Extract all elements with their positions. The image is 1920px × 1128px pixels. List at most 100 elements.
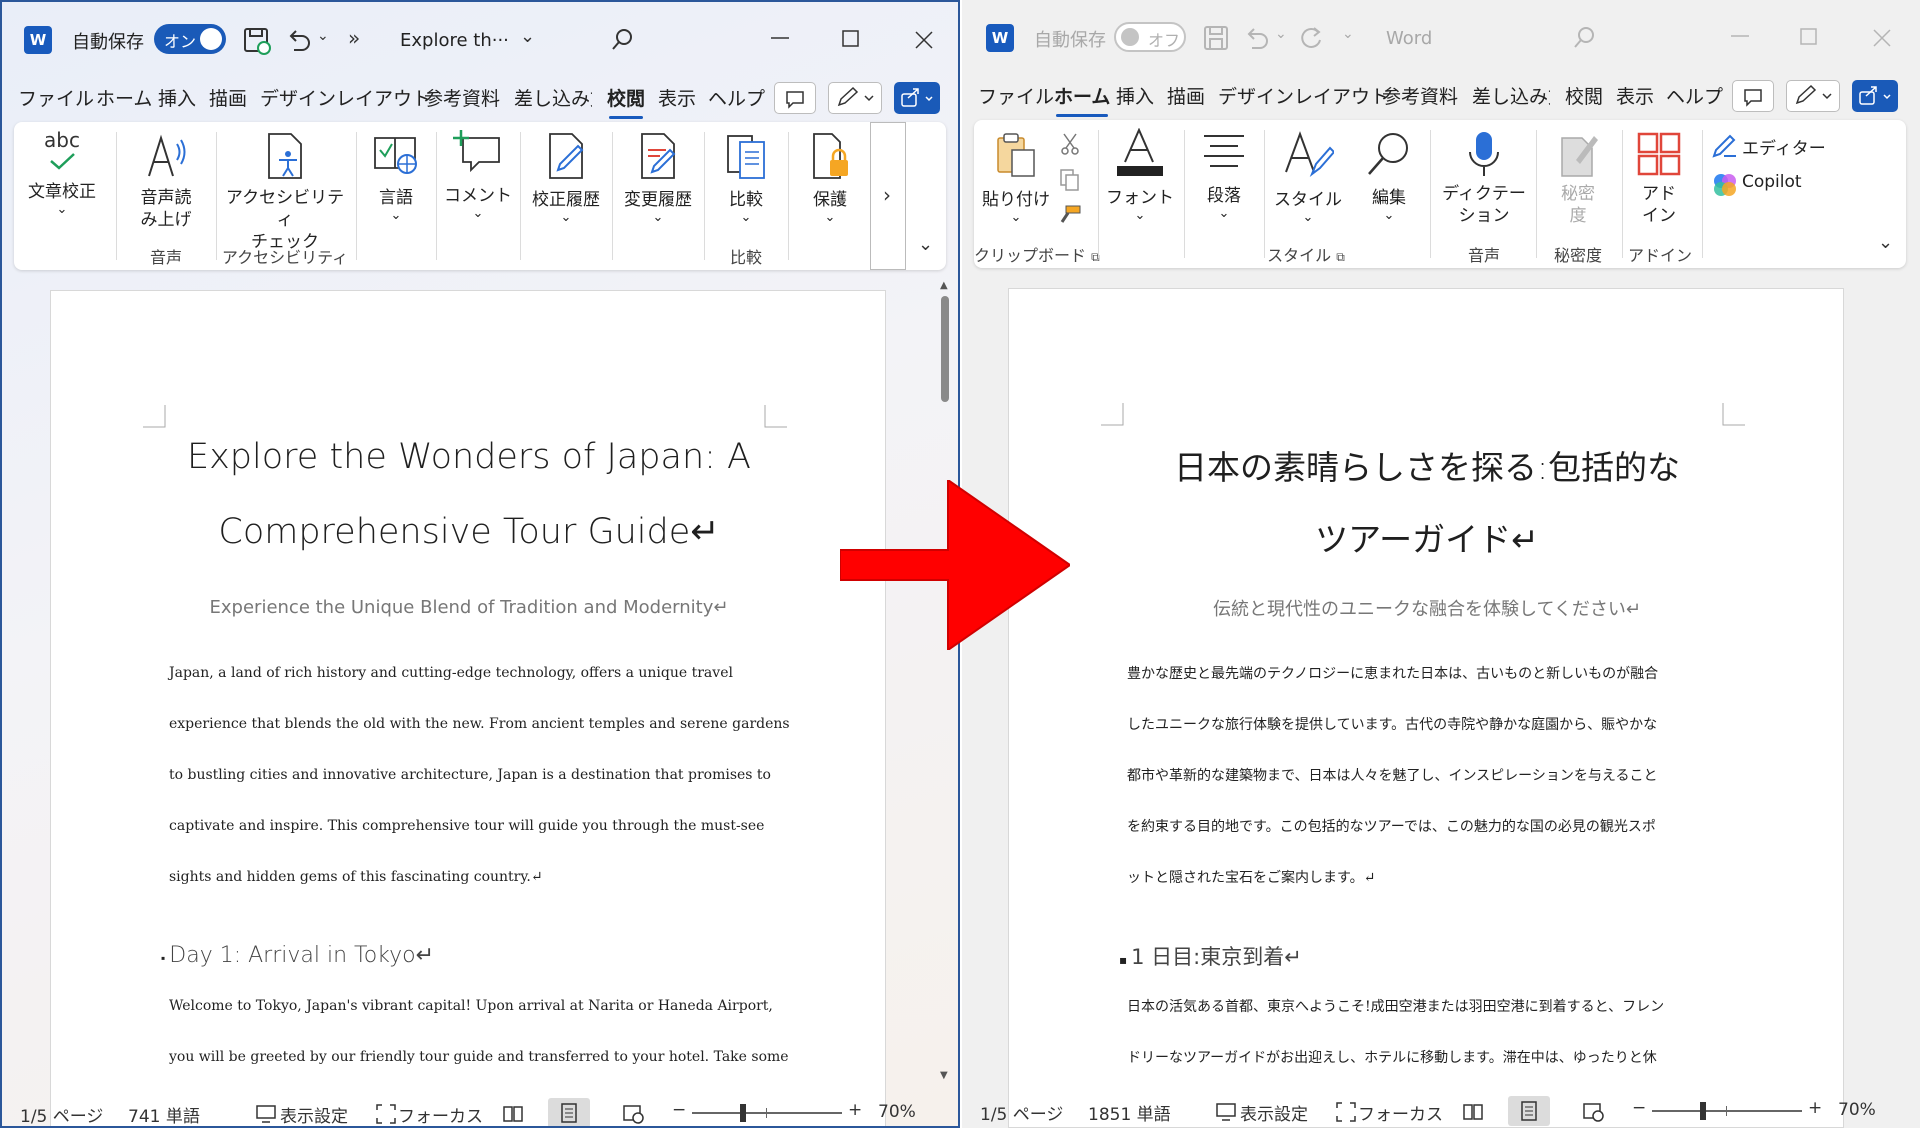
sensitivity-button[interactable]: 秘密 度 xyxy=(1540,130,1616,227)
font-button[interactable]: フォント ⌄ xyxy=(1102,127,1178,223)
vertical-scrollbar[interactable]: ▲ ▼ xyxy=(938,280,954,1090)
search-icon[interactable] xyxy=(610,26,636,52)
word-count[interactable]: 1851 単語 xyxy=(1088,1100,1171,1125)
tab-view[interactable]: 表示 xyxy=(658,84,696,111)
tab-help[interactable]: ヘルプ xyxy=(708,84,765,111)
zoom-out-icon[interactable]: − xyxy=(1632,1098,1646,1118)
web-layout-icon[interactable] xyxy=(1582,1102,1606,1122)
zoom-slider[interactable] xyxy=(692,1112,842,1114)
editing-button[interactable]: 編集 ⌄ xyxy=(1354,130,1424,223)
copy-icon[interactable] xyxy=(1058,168,1082,192)
editing-mode-button[interactable] xyxy=(1786,80,1840,112)
zoom-slider-thumb[interactable] xyxy=(740,1104,746,1122)
tab-layout[interactable]: レイアウト xyxy=(1294,82,1389,109)
scroll-down-icon[interactable]: ▼ xyxy=(940,1070,948,1081)
addins-button[interactable]: アド イン xyxy=(1626,130,1692,227)
changes-button[interactable]: 変更履歴 ⌄ xyxy=(616,132,700,225)
close-icon[interactable] xyxy=(1872,28,1892,48)
focus-button[interactable]: フォーカス xyxy=(398,1102,483,1126)
display-settings-button[interactable]: 表示設定 xyxy=(1240,1100,1308,1125)
comment-button[interactable]: コメント ⌄ xyxy=(440,128,516,221)
undo-icon[interactable] xyxy=(1244,24,1270,50)
undo-dropdown-chevron-icon[interactable]: ⌄ xyxy=(317,28,329,44)
tab-references[interactable]: 参考資料 xyxy=(1382,82,1458,109)
tab-design[interactable]: デザイン xyxy=(260,84,336,111)
tab-references[interactable]: 参考資料 xyxy=(424,84,500,111)
tab-mailings[interactable]: 差し込み文 xyxy=(514,84,592,111)
scroll-thumb[interactable] xyxy=(941,296,949,402)
paragraph-button[interactable]: 段落 ⌄ xyxy=(1188,130,1260,221)
maximize-icon[interactable] xyxy=(1800,28,1818,46)
read-mode-icon[interactable] xyxy=(1462,1102,1486,1122)
collapse-ribbon-icon[interactable]: ⌄ xyxy=(1878,232,1893,253)
tab-insert[interactable]: 挿入 xyxy=(1116,82,1154,109)
page-count[interactable]: 1/5 ページ xyxy=(20,1102,103,1126)
read-aloud-button[interactable]: 音声読 み上げ xyxy=(124,132,208,231)
zoom-level[interactable]: 70% xyxy=(1838,1100,1876,1120)
redo-icon[interactable] xyxy=(1298,24,1324,50)
print-layout-button[interactable] xyxy=(548,1098,590,1126)
tab-insert[interactable]: 挿入 xyxy=(158,84,196,111)
web-layout-icon[interactable] xyxy=(622,1104,646,1124)
language-button[interactable]: 言語 ⌄ xyxy=(360,132,432,223)
document-title[interactable]: Word xyxy=(1386,28,1432,49)
zoom-in-icon[interactable]: + xyxy=(1808,1098,1822,1118)
tab-layout[interactable]: レイアウト xyxy=(336,84,431,111)
zoom-slider[interactable] xyxy=(1652,1110,1802,1112)
tab-home[interactable]: ホーム xyxy=(1054,82,1110,117)
format-painter-icon[interactable] xyxy=(1058,204,1082,228)
comments-button[interactable] xyxy=(774,82,816,114)
accessibility-button[interactable]: アクセシビリティ チェック xyxy=(222,132,348,253)
more-commands-icon[interactable]: » xyxy=(348,26,360,50)
minimize-icon[interactable] xyxy=(770,36,790,40)
title-chevron-down-icon[interactable]: ⌄ xyxy=(520,26,535,47)
share-button[interactable] xyxy=(1852,80,1898,112)
read-mode-icon[interactable] xyxy=(502,1104,526,1124)
scroll-up-icon[interactable]: ▲ xyxy=(940,280,948,291)
cut-icon[interactable] xyxy=(1058,132,1082,156)
word-count[interactable]: 741 単語 xyxy=(128,1102,200,1126)
dictate-button[interactable]: ディクテー ション xyxy=(1436,130,1532,227)
dialog-launcher-icon[interactable]: ⧉ xyxy=(1336,250,1345,264)
editing-mode-button[interactable] xyxy=(828,82,882,114)
save-icon[interactable] xyxy=(242,26,272,56)
tab-draw[interactable]: 描画 xyxy=(1167,82,1205,109)
spelling-button[interactable]: abc 文章校正 ⌄ xyxy=(20,128,104,217)
zoom-slider-thumb[interactable] xyxy=(1700,1102,1706,1120)
tab-review[interactable]: 校閲 xyxy=(1565,82,1603,109)
tab-help[interactable]: ヘルプ xyxy=(1666,82,1723,109)
protect-button[interactable]: 保護 ⌄ xyxy=(794,132,866,225)
focus-button[interactable]: フォーカス xyxy=(1358,1100,1443,1125)
search-icon[interactable] xyxy=(1572,24,1598,50)
undo-icon[interactable] xyxy=(286,26,312,52)
minimize-icon[interactable] xyxy=(1730,34,1750,38)
paste-button[interactable]: 貼り付け ⌄ xyxy=(980,130,1052,225)
comments-button[interactable] xyxy=(1732,80,1774,112)
tab-mailings[interactable]: 差し込み文 xyxy=(1472,82,1550,109)
track-changes-button[interactable]: 校正履歴 ⌄ xyxy=(524,132,608,225)
collapse-ribbon-icon[interactable]: ⌄ xyxy=(918,234,933,255)
zoom-level[interactable]: 70% xyxy=(878,1102,916,1122)
tab-review[interactable]: 校閲 xyxy=(607,84,645,119)
autosave-toggle[interactable]: オフ xyxy=(1114,22,1186,52)
styles-button[interactable]: スタイル ⌄ xyxy=(1268,128,1348,225)
qat-chevron-down-icon[interactable]: ⌄ xyxy=(1342,26,1354,42)
save-icon[interactable] xyxy=(1202,24,1230,52)
tab-file[interactable]: ファイル xyxy=(18,84,94,111)
autosave-toggle[interactable]: オン xyxy=(154,24,226,54)
document-title[interactable]: Explore th··· xyxy=(400,30,509,51)
ribbon-more-button[interactable]: › xyxy=(870,122,906,270)
print-layout-button[interactable] xyxy=(1508,1096,1550,1126)
tab-home[interactable]: ホーム xyxy=(96,84,152,111)
close-icon[interactable] xyxy=(914,30,934,50)
undo-dropdown-chevron-icon[interactable]: ⌄ xyxy=(1275,26,1287,42)
tab-view[interactable]: 表示 xyxy=(1616,82,1654,109)
tab-design[interactable]: デザイン xyxy=(1218,82,1294,109)
page-count[interactable]: 1/5 ページ xyxy=(980,1100,1063,1125)
zoom-out-icon[interactable]: − xyxy=(672,1100,686,1120)
share-button[interactable] xyxy=(894,82,940,114)
maximize-icon[interactable] xyxy=(842,30,860,48)
tab-file[interactable]: ファイル xyxy=(978,82,1054,109)
display-settings-button[interactable]: 表示設定 xyxy=(280,1102,348,1126)
tab-draw[interactable]: 描画 xyxy=(209,84,247,111)
